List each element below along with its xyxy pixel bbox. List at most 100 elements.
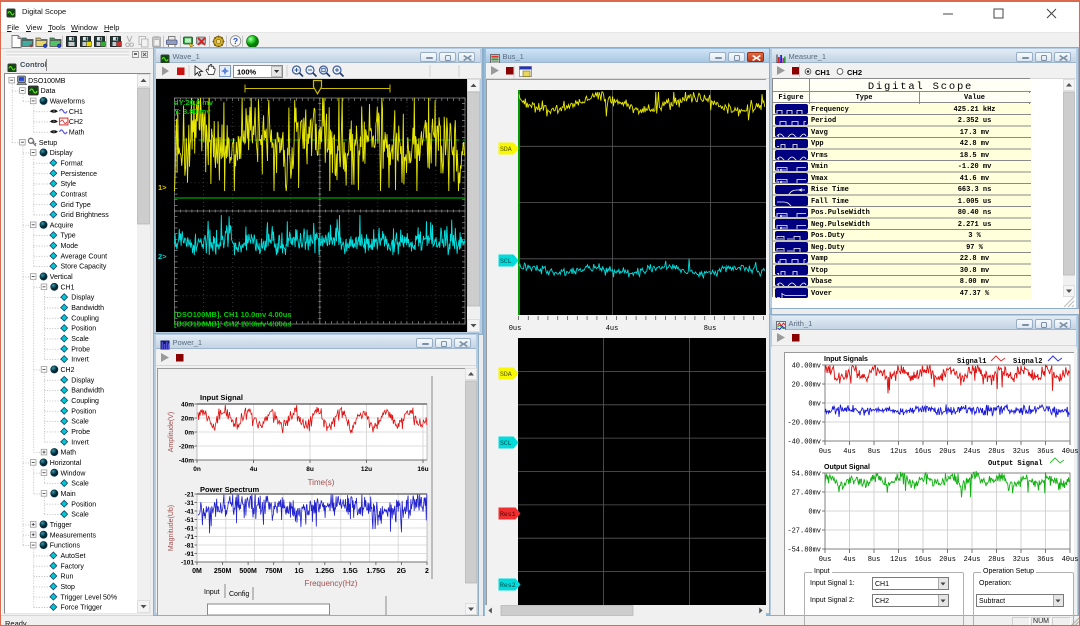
svg-text:Bandwidth: Bandwidth	[71, 305, 104, 312]
svg-text:36us: 36us	[1037, 448, 1054, 456]
svg-text:Time(s): Time(s)	[308, 478, 335, 487]
svg-text:?: ?	[233, 36, 238, 46]
svg-text:Window: Window	[61, 470, 87, 477]
svg-text:Input: Input	[204, 589, 220, 596]
svg-text:DSO100MB: DSO100MB	[28, 78, 66, 85]
svg-text:Setup: Setup	[39, 140, 57, 147]
svg-text:Main: Main	[61, 491, 76, 498]
svg-text:4u: 4u	[250, 466, 258, 473]
svg-text:Style: Style	[61, 181, 77, 188]
svg-text:SCL: SCL	[500, 440, 512, 447]
svg-text:Invert: Invert	[71, 357, 89, 364]
svg-text:[DSO100MB]. CH2 10.0mv 4.00us: [DSO100MB]. CH2 10.0mv 4.00us	[174, 320, 292, 329]
svg-text:-41: -41	[185, 509, 195, 516]
svg-text:Power Spectrum: Power Spectrum	[200, 485, 260, 494]
svg-text:2: 2	[425, 568, 429, 575]
svg-text:Position: Position	[71, 501, 96, 508]
svg-text:Scale: Scale	[71, 336, 89, 343]
svg-text:-21: -21	[185, 492, 195, 499]
svg-text:Functions: Functions	[50, 543, 81, 550]
svg-text:-71: -71	[185, 534, 195, 541]
svg-text:8us: 8us	[868, 448, 881, 456]
svg-text:[DSO100MB]. CH1 10.0mv 4.00us: [DSO100MB]. CH1 10.0mv 4.00us	[174, 310, 292, 319]
svg-text:Bandwidth: Bandwidth	[71, 388, 104, 395]
svg-text:Probe: Probe	[71, 346, 90, 353]
svg-text:CH2: CH2	[847, 68, 862, 77]
svg-text:40.00mv: 40.00mv	[792, 363, 821, 371]
svg-text:Grid Type: Grid Type	[61, 202, 91, 209]
svg-text:500M: 500M	[239, 568, 257, 575]
svg-text:SCL: SCL	[500, 258, 512, 265]
svg-text:CH1: CH1	[69, 109, 83, 116]
svg-text:Position: Position	[71, 408, 96, 415]
svg-text:Invert: Invert	[71, 439, 89, 446]
svg-text:-54.80mv: -54.80mv	[787, 547, 821, 555]
svg-text:Run: Run	[61, 574, 74, 581]
svg-text:Res1: Res1	[500, 511, 516, 518]
svg-text:20.00mv: 20.00mv	[792, 382, 821, 390]
svg-text:Scale: Scale	[71, 419, 89, 426]
svg-text:-81: -81	[185, 543, 195, 550]
svg-text:Signal2: Signal2	[1013, 358, 1042, 366]
svg-text:Scale: Scale	[71, 481, 89, 488]
svg-text:Acquire: Acquire	[50, 222, 74, 229]
svg-text:750M: 750M	[265, 568, 283, 575]
svg-text:4us: 4us	[843, 448, 856, 456]
svg-text:CH1: CH1	[815, 68, 830, 77]
svg-text:0mv: 0mv	[808, 401, 821, 409]
svg-text:-31: -31	[185, 500, 195, 507]
svg-text:Stop: Stop	[61, 584, 76, 591]
svg-text:20us: 20us	[939, 556, 956, 564]
svg-text:12u: 12u	[361, 466, 372, 473]
svg-text:Config: Config	[229, 591, 249, 598]
svg-text:Input Signals: Input Signals	[824, 356, 868, 363]
svg-text:Output Signal: Output Signal	[824, 464, 870, 471]
svg-text:20m: 20m	[181, 416, 194, 423]
svg-text:-101: -101	[181, 560, 194, 567]
svg-text:-51: -51	[185, 517, 195, 524]
svg-text:4us: 4us	[606, 325, 619, 333]
svg-text:Grid Brightness: Grid Brightness	[61, 212, 110, 219]
svg-text:dY:20.0 mv: dY:20.0 mv	[174, 98, 214, 107]
svg-text:CH2: CH2	[69, 119, 83, 126]
svg-text:24us: 24us	[964, 448, 981, 456]
svg-text:Persistence: Persistence	[61, 171, 98, 178]
svg-text:-27.40mv: -27.40mv	[787, 528, 821, 536]
svg-text:28us: 28us	[988, 556, 1005, 564]
svg-text:Type: Type	[61, 233, 76, 240]
svg-text:Store Capacity: Store Capacity	[61, 264, 107, 271]
svg-text:SDA: SDA	[500, 146, 512, 153]
svg-text:-40.00mv: -40.00mv	[787, 439, 821, 447]
svg-text:CH2: CH2	[61, 367, 75, 374]
svg-text:Trigger: Trigger	[50, 522, 73, 529]
svg-text:54.80mv: 54.80mv	[792, 471, 821, 479]
svg-text:2>: 2>	[158, 252, 167, 261]
svg-text:-40m: -40m	[179, 458, 194, 465]
svg-text:0us: 0us	[819, 556, 832, 564]
svg-text:-20m: -20m	[179, 444, 194, 451]
svg-text:Output Signal: Output Signal	[988, 460, 1043, 468]
svg-text:Format: Format	[61, 160, 83, 167]
svg-text:Probe: Probe	[71, 429, 90, 436]
svg-text:Measurements: Measurements	[50, 532, 97, 539]
svg-text:0m: 0m	[185, 430, 195, 437]
svg-text:0n: 0n	[193, 466, 201, 473]
svg-text:0M: 0M	[192, 568, 202, 575]
svg-text:CH1: CH1	[61, 284, 75, 291]
svg-text:32us: 32us	[1013, 556, 1030, 564]
svg-text:36us: 36us	[1037, 556, 1054, 564]
svg-text:8us: 8us	[704, 325, 717, 333]
svg-text:0us: 0us	[509, 325, 522, 333]
svg-text:0us: 0us	[819, 448, 832, 456]
svg-text:Scale: Scale	[71, 512, 89, 519]
svg-text:Force Trigger: Force Trigger	[61, 605, 103, 612]
svg-text:Res2: Res2	[500, 582, 516, 589]
svg-text:-91: -91	[185, 551, 195, 558]
svg-text:8us: 8us	[868, 556, 881, 564]
svg-text:12us: 12us	[890, 556, 907, 564]
svg-text:1.5G: 1.5G	[343, 568, 359, 575]
svg-text:24us: 24us	[964, 556, 981, 564]
svg-text:AutoSet: AutoSet	[61, 553, 86, 560]
svg-text:16us: 16us	[915, 448, 932, 456]
svg-text:1.75G: 1.75G	[366, 568, 386, 575]
